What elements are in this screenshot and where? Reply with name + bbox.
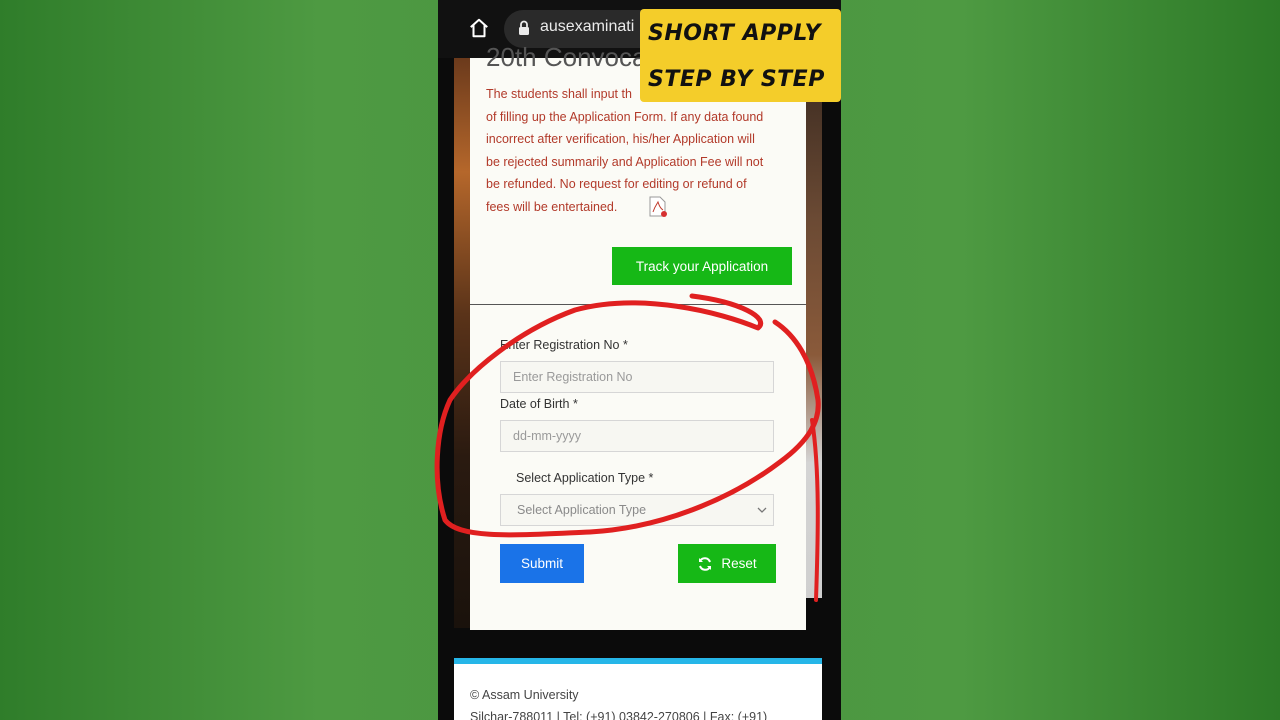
caption-line-2: STEP BY STEP [648,67,825,92]
reset-label: Reset [721,556,757,571]
notice-line: be rejected summarily and Application Fe… [486,154,764,169]
background-photo-right [806,58,822,598]
footer-copyright: © Assam University [470,688,579,702]
notice-line: incorrect after verification, his/her Ap… [486,132,755,147]
phone-screen: ausexaminati 20th Convoca The students s… [438,0,841,720]
application-page: 20th Convoca The students shall input th… [470,42,806,630]
application-type-label: Select Application Type * [516,471,654,485]
submit-button[interactable]: Submit [500,544,584,583]
caption-badge: SHORT APPLY STEP BY STEP [640,9,841,102]
notice-text: The students shall input th of filling u… [486,83,796,219]
footer-contact: Silchar-788011 | Tel: (+91) 03842-270806… [470,710,768,720]
url-text: ausexaminati [540,18,635,35]
background-photo-left [454,58,470,628]
application-type-select[interactable]: Select Application Type [500,494,774,526]
notice-line: be refunded. No request for editing or r… [486,177,747,192]
notice-line: fees will be entertained. [486,199,618,214]
application-type-value: Select Application Type [517,503,647,517]
registration-label: Enter Registration No * [500,338,628,352]
refresh-icon [699,556,712,571]
section-divider [470,304,806,305]
notice-line: of filling up the Application Form. If a… [486,109,764,124]
registration-input[interactable]: Enter Registration No [500,361,774,393]
lock-icon [519,20,529,35]
registration-placeholder: Enter Registration No [513,370,633,384]
home-icon[interactable] [468,17,490,39]
page-heading: 20th Convoca [486,42,647,72]
reset-button[interactable]: Reset [678,544,776,583]
track-application-button[interactable]: Track your Application [612,247,792,285]
dob-input[interactable]: dd-mm-yyyy [500,420,774,452]
page-footer: © Assam University Silchar-788011 | Tel:… [454,664,822,720]
pdf-icon[interactable] [648,196,668,218]
caption-line-1: SHORT APPLY [648,21,821,46]
dob-label: Date of Birth * [500,397,578,411]
dob-placeholder: dd-mm-yyyy [513,429,582,443]
chevron-down-icon [757,507,767,513]
